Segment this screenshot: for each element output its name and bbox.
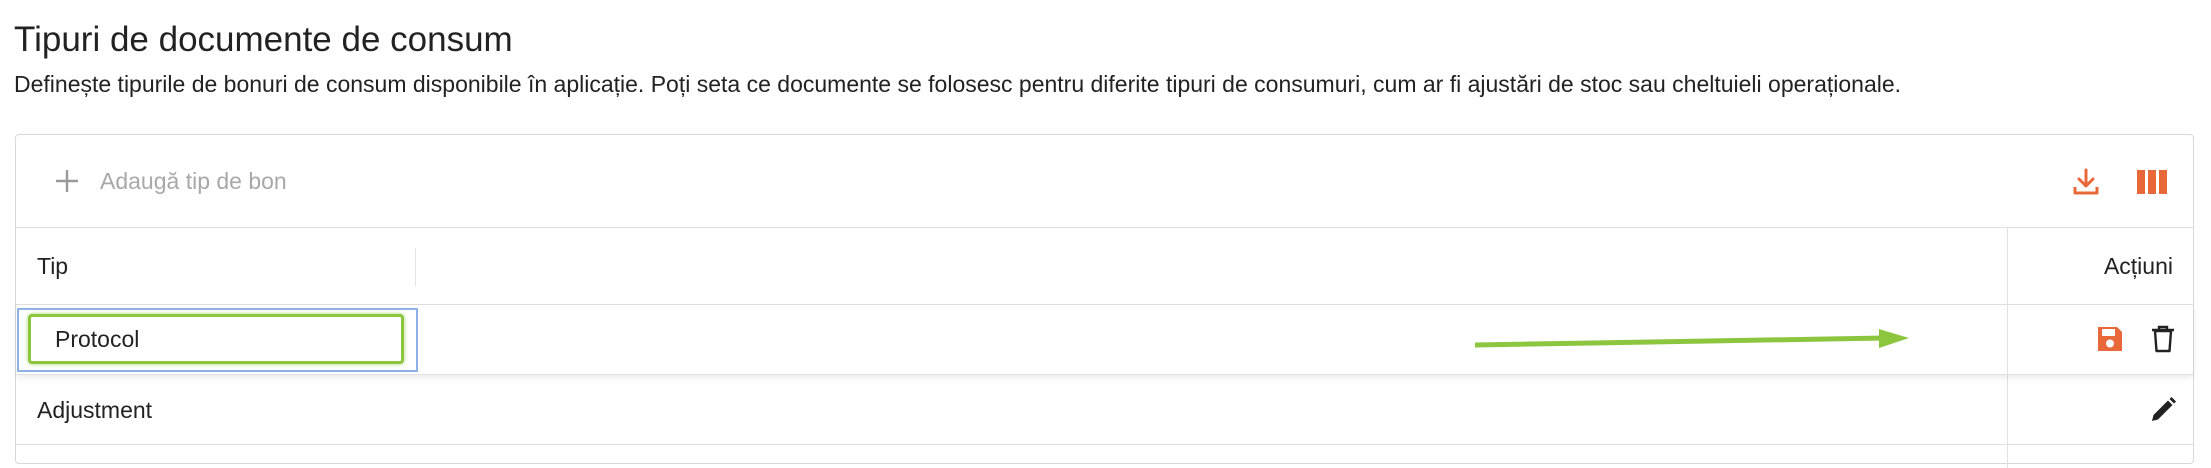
download-icon[interactable] <box>2069 165 2103 199</box>
table-row: Adjustment <box>16 375 2193 445</box>
plus-icon <box>54 168 80 194</box>
delete-icon[interactable] <box>2146 322 2180 356</box>
page-title: Tipuri de documente de consum <box>14 20 513 59</box>
tip-cell: Adjustment <box>37 396 153 423</box>
editing-cell <box>17 308 418 372</box>
column-header-tip[interactable]: Tip <box>37 228 68 304</box>
columns-icon[interactable] <box>2135 165 2169 199</box>
add-type-label: Adaugă tip de bon <box>100 167 287 194</box>
annotation-arrow <box>1475 329 1909 348</box>
table-card: Adaugă tip de bon Tip Acțiuni Protocol A… <box>15 134 2194 468</box>
tip-input[interactable] <box>28 314 404 364</box>
table-toolbar: Adaugă tip de bon <box>16 135 2193 228</box>
save-icon[interactable] <box>2093 322 2127 356</box>
column-divider[interactable] <box>415 248 416 286</box>
add-type-button[interactable]: Adaugă tip de bon <box>54 163 287 199</box>
column-header-actions: Acțiuni <box>2103 252 2173 279</box>
edit-icon[interactable] <box>2146 393 2180 427</box>
page-description: Definește tipurile de bonuri de consum d… <box>14 71 1902 97</box>
table-header: Tip Acțiuni <box>16 228 2193 305</box>
